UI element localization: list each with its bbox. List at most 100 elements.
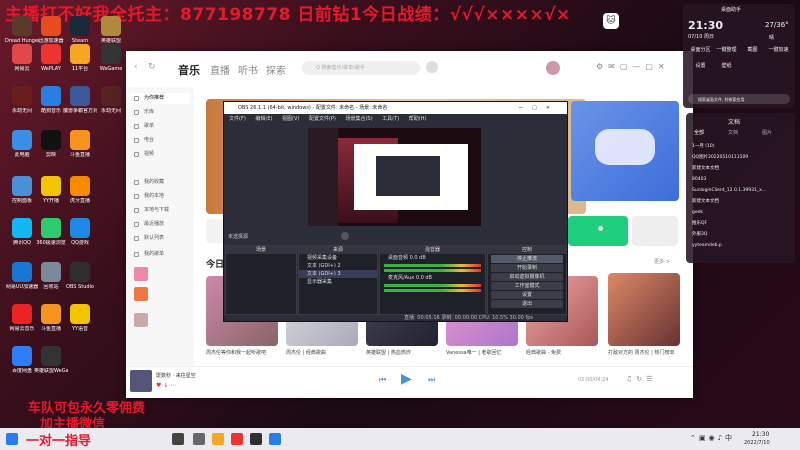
green-card[interactable]: ●	[568, 216, 628, 246]
file-item[interactable]: SunloginClient_12.0.1.39931_x...	[692, 185, 790, 196]
desktop-icon-17[interactable]: 虎牙直播	[63, 176, 97, 204]
obs-menu-tools[interactable]: 工具(T)	[382, 116, 399, 122]
more-link[interactable]: 更多 >	[654, 258, 670, 265]
sidebar-item-recent[interactable]: 最近播放	[130, 219, 190, 230]
settings-button[interactable]: 设置	[491, 291, 563, 299]
taskbar-obs-icon[interactable]	[250, 433, 262, 445]
sidebar-item-myplaylists[interactable]: 我的歌单	[130, 249, 190, 260]
avatar[interactable]	[546, 61, 560, 75]
windows-start-icon[interactable]	[6, 433, 18, 445]
quick-settings[interactable]: 设置	[688, 62, 713, 69]
tab-explore[interactable]: 探索	[266, 62, 286, 77]
sidebar-item-default-list[interactable]: 默认列表	[130, 233, 190, 244]
sidebar-item-downloads[interactable]: 本地与下载	[130, 205, 190, 216]
sidebar-item-playlists[interactable]: 歌单	[130, 121, 190, 132]
song-title-3[interactable]: 英雄联盟 | 热血燃炸	[366, 349, 440, 356]
tab-live[interactable]: 直播	[210, 62, 230, 77]
obs-menu-file[interactable]: 文件(F)	[229, 116, 246, 122]
quick-screenshot[interactable]: 截图	[740, 46, 765, 53]
sidebar-item-local[interactable]: 我的本地	[130, 191, 190, 202]
mic-icon[interactable]	[426, 61, 438, 73]
file-item[interactable]: 推乐QF	[692, 218, 790, 229]
refresh-icon[interactable]: ↻	[148, 62, 156, 72]
next-icon[interactable]: ⏭	[428, 375, 435, 385]
back-icon[interactable]: ‹	[134, 62, 138, 72]
search-input[interactable]: Q 搜索音乐/歌单/歌手	[302, 61, 420, 75]
featured-card-game[interactable]	[571, 101, 679, 201]
tab-books[interactable]: 听书	[238, 62, 258, 77]
desktop-icon-28[interactable]: 英雄联盟WeGame	[34, 346, 68, 374]
obs-window-controls[interactable]: —▢✕	[518, 102, 559, 114]
source-item-2[interactable]: 文本 (GDI+) 2	[299, 262, 377, 270]
desktop-icon-11[interactable]: 永劫无间	[94, 86, 128, 114]
desktop-icon-6[interactable]: 11平台	[63, 44, 97, 72]
studio-mode-button[interactable]: 工作室模式	[491, 282, 563, 290]
desktop-icon-3[interactable]: 英雄联盟	[94, 16, 128, 44]
sidebar-item-radio[interactable]: 电台	[130, 135, 190, 146]
file-item[interactable]: 1一月 (10)	[692, 141, 790, 152]
quick-wallpaper[interactable]: 壁纸	[714, 62, 739, 69]
desktop-icon-10[interactable]: 魔兽争霸官方对战	[63, 86, 97, 114]
mixer-slider-2[interactable]	[384, 289, 481, 292]
sidebar-item-library[interactable]: 乐库	[130, 107, 190, 118]
desktop-icon-26[interactable]: YY语音	[63, 304, 97, 332]
desktop-icon-23[interactable]: OBS Studio	[63, 262, 97, 290]
gear-icon[interactable]	[341, 232, 349, 240]
source-item-3[interactable]: 文本 (GDI+) 3	[299, 270, 377, 278]
obs-preview[interactable]	[308, 128, 481, 226]
desktop-icon-20[interactable]: QQ游戏	[63, 218, 97, 246]
sidebar-item-video[interactable]: 视频	[130, 149, 190, 160]
virtual-camera-button[interactable]: 启动虚拟摄像机	[491, 273, 563, 281]
desktop-icon-2[interactable]: Steam	[63, 16, 97, 44]
taskbar-taskview-icon[interactable]	[193, 433, 205, 445]
stop-stream-button[interactable]: 停止推流	[491, 255, 563, 263]
files-tab-all[interactable]: 全部	[694, 129, 704, 136]
obs-menu-help[interactable]: 帮助(H)	[409, 116, 427, 122]
taskbar-search-icon[interactable]	[172, 433, 184, 445]
file-item[interactable]: 新建文本文档	[692, 163, 790, 174]
obs-menu-scenes[interactable]: 场景集合(S)	[345, 116, 372, 122]
taskbar-kugou-icon[interactable]	[269, 433, 281, 445]
player-extra-controls[interactable]: ♫↻☰	[626, 375, 656, 383]
file-item[interactable]: 新建文本文档	[692, 196, 790, 207]
song-title-5[interactable]: 经典歌曲 - 免费	[526, 349, 600, 356]
files-tab-images[interactable]: 图片	[762, 129, 772, 136]
widget-search-input[interactable]: 搜索桌面文件, 秒收索应用	[688, 94, 790, 104]
file-item[interactable]: 外服3Q	[692, 229, 790, 240]
exit-button[interactable]: 退出	[491, 300, 563, 308]
playlist-thumb-1[interactable]	[134, 267, 148, 281]
obs-menu-view[interactable]: 视图(V)	[282, 116, 299, 122]
taskbar-explorer-icon[interactable]	[212, 433, 224, 445]
obs-menu-profile[interactable]: 配置文件(P)	[309, 116, 336, 122]
file-item[interactable]: QQ图片20220510111509	[692, 152, 790, 163]
file-item[interactable]: yyteamdeb.p	[692, 240, 790, 251]
start-recording-button[interactable]: 开始录制	[491, 264, 563, 272]
song-title-1[interactable]: 周杰伦等你和我一起听歌吧	[206, 349, 280, 356]
mixer-slider-1[interactable]	[384, 269, 481, 272]
file-item[interactable]: 80403	[692, 174, 790, 185]
desktop-icon-14[interactable]: 斗鱼直播	[63, 130, 97, 158]
prev-icon[interactable]: ⏮	[379, 375, 386, 385]
tab-music[interactable]: 音乐	[178, 62, 200, 78]
sidebar-item-recommend[interactable]: 为你推荐	[130, 93, 190, 104]
artist-card[interactable]	[632, 216, 678, 246]
obs-menu-edit[interactable]: 编辑(E)	[255, 116, 272, 122]
album-art[interactable]	[130, 370, 152, 392]
playlist-thumb-2[interactable]	[134, 287, 148, 301]
source-item-4[interactable]: 显示器采集	[299, 278, 377, 286]
tray-icons[interactable]: ⌃▣◉♪中	[690, 433, 735, 443]
song-title-6[interactable]: 打敌对方的 周杰伦 | 热门榜单	[608, 349, 682, 356]
source-item-1[interactable]: 视频采集设备	[299, 254, 377, 262]
heart-icon[interactable]: ♥ ↓ ⋯	[156, 382, 176, 389]
window-controls[interactable]: ⚙✉▢—▢✕	[596, 62, 670, 71]
quick-organize[interactable]: 一键整理	[714, 46, 739, 53]
song-card-6[interactable]	[608, 273, 680, 346]
quick-partition[interactable]: 桌面分区	[688, 46, 713, 53]
playlist-thumb-3[interactable]	[134, 313, 148, 327]
play-icon[interactable]: ▶	[401, 371, 412, 387]
sidebar-item-favorites[interactable]: 我的收藏	[130, 177, 190, 188]
song-title-4[interactable]: Vanessa唯一 | 老歌回忆	[446, 349, 520, 356]
desktop-icon-7[interactable]: WeGame	[94, 44, 128, 72]
quick-boost[interactable]: 一键加速	[766, 46, 791, 53]
song-title-2[interactable]: 周杰伦 | 经典歌曲	[286, 349, 360, 356]
